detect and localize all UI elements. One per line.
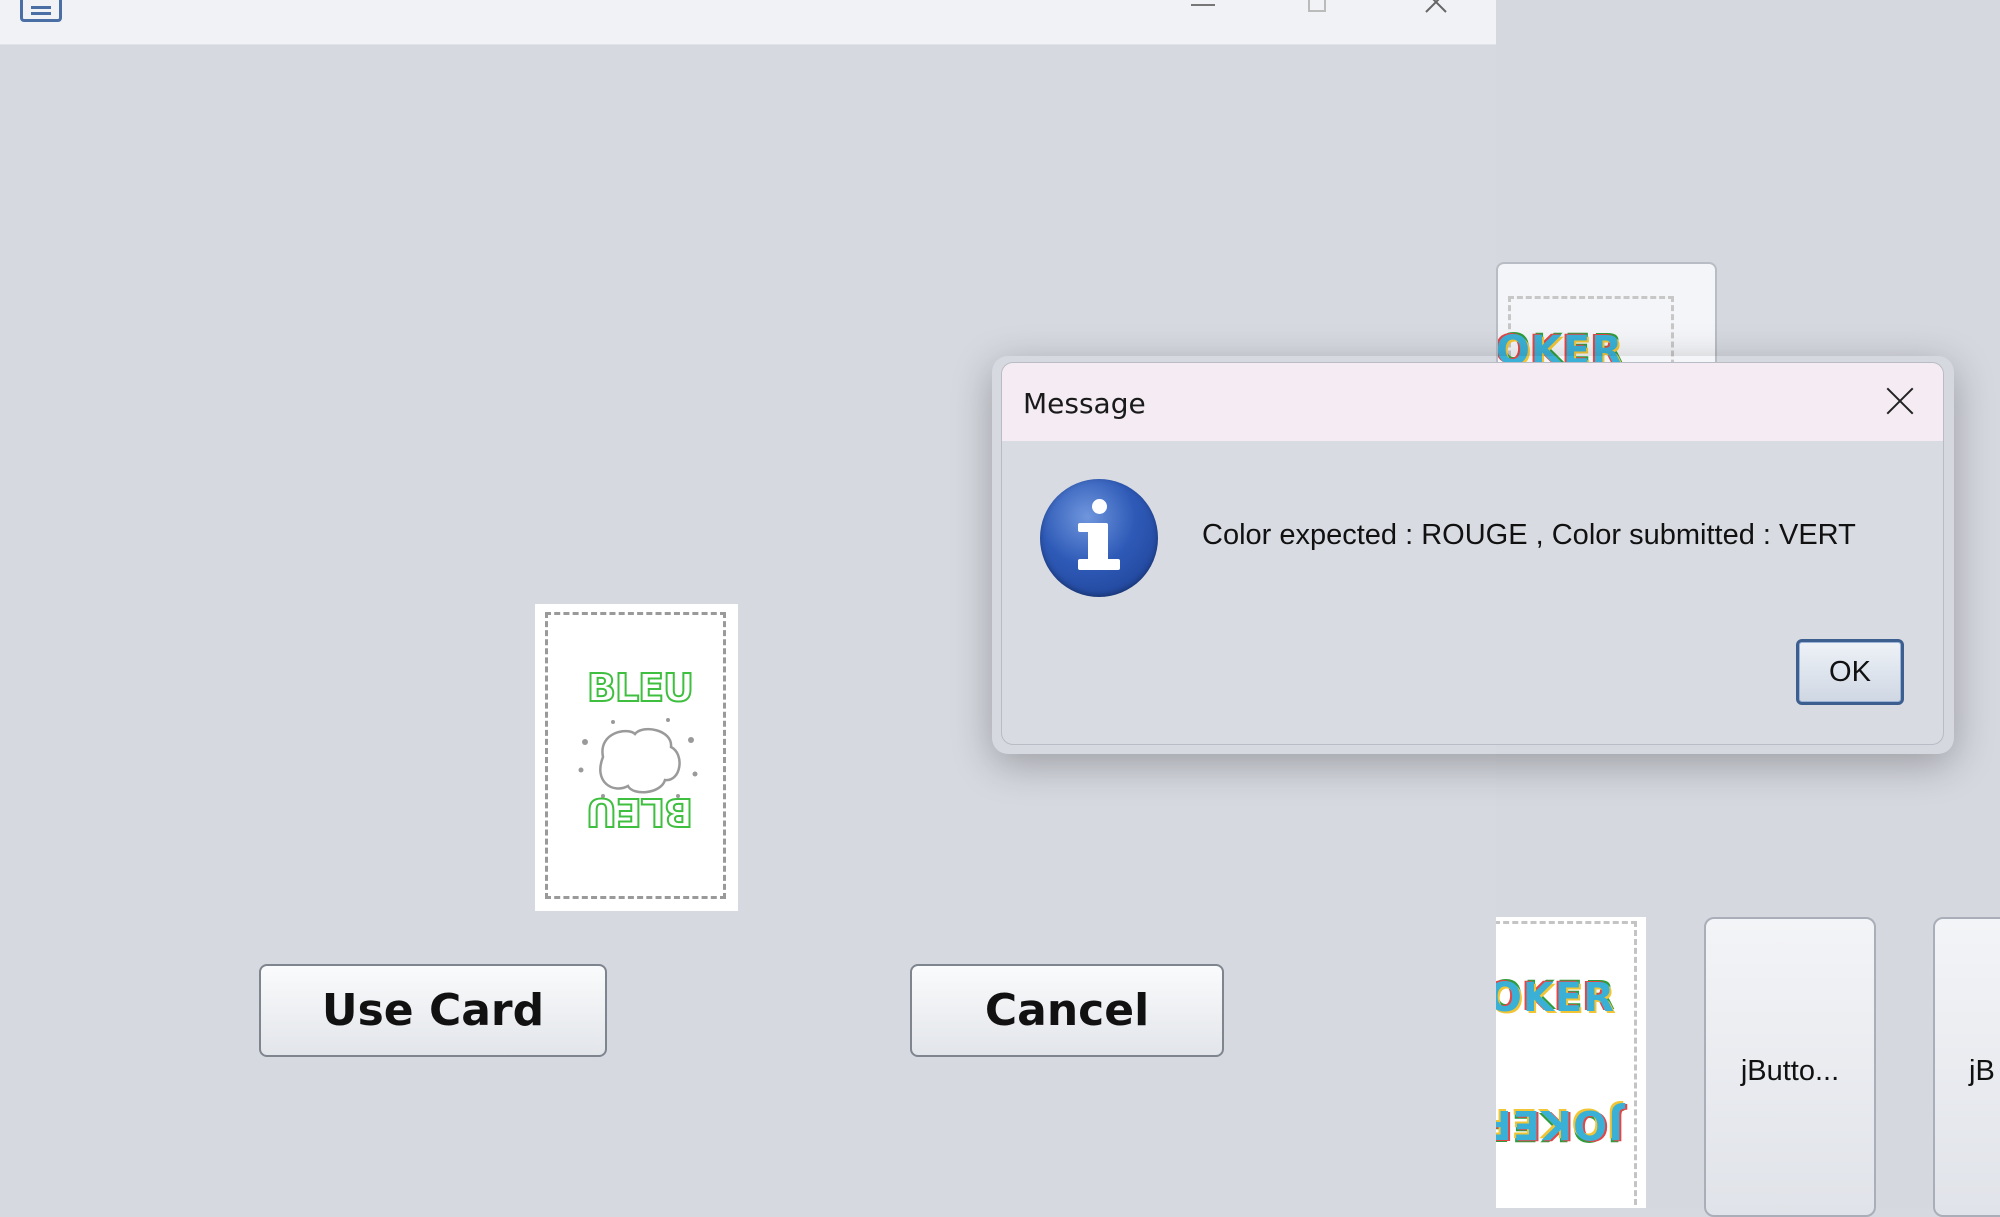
joker-card-bottom[interactable]: JOKER JOKER (1494, 917, 1646, 1208)
use-card-button[interactable]: Use Card (259, 964, 607, 1057)
card-color-word-bottom: BLEU (586, 789, 694, 835)
close-icon (1425, 0, 1447, 13)
close-button[interactable] (1416, 0, 1456, 20)
ok-button[interactable]: OK (1796, 639, 1904, 705)
maximize-button[interactable] (1298, 0, 1338, 20)
jbutton-2-label: jB (1969, 1055, 1995, 1087)
joker-card-bottom-label: JOKER (1494, 975, 1616, 1021)
minimize-button[interactable] (1183, 0, 1223, 20)
message-dialog: Message Color expected : ROUGE , Color s… (1001, 362, 1944, 745)
info-icon (1040, 479, 1158, 597)
splash-icon (578, 718, 698, 798)
jbutton-1-label: jButto... (1740, 1055, 1840, 1087)
dialog-title-bar: Message (1002, 363, 1943, 441)
joker-card-bottom-label-flipped: JOKER (1494, 1101, 1624, 1147)
dialog-message: Color expected : ROUGE , Color submitted… (1202, 519, 1856, 551)
selected-card[interactable]: BLEU BLEU (535, 604, 738, 911)
dialog-close-button[interactable] (1880, 381, 1920, 421)
card-dashed-border (1494, 921, 1637, 1208)
title-bar (0, 0, 1496, 45)
jbutton-2[interactable]: jB (1933, 917, 2000, 1217)
app-icon (20, 0, 62, 22)
cancel-button[interactable]: Cancel (910, 964, 1224, 1057)
dialog-title: Message (1023, 387, 1146, 420)
jbutton-1[interactable]: jButto... (1704, 917, 1876, 1217)
card-color-word-top: BLEU (586, 665, 695, 711)
